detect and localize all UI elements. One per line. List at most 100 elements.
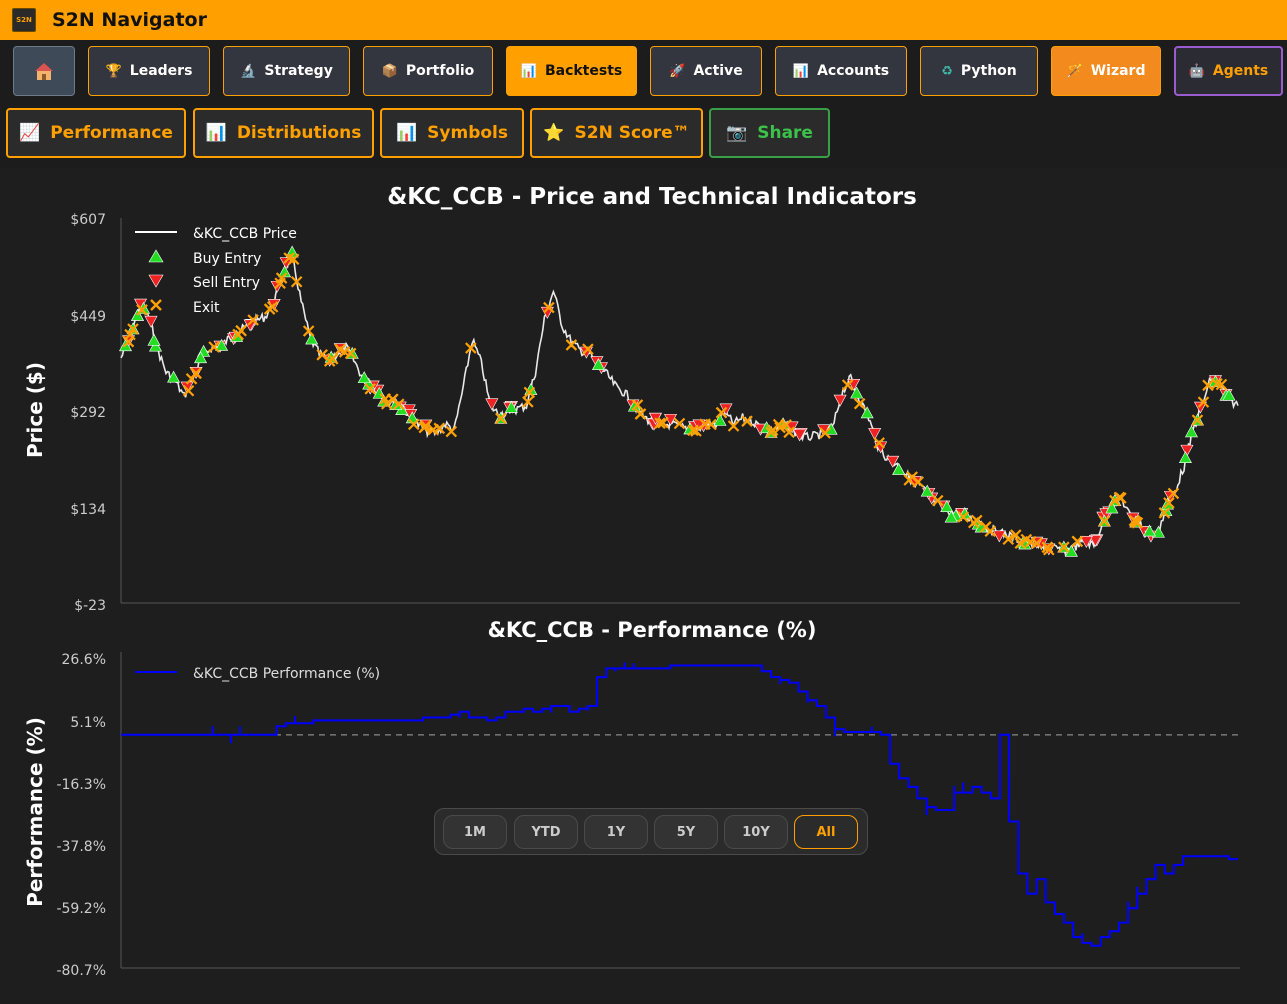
price-ytick-label: $449	[70, 309, 106, 325]
range-1m-button[interactable]: 1M	[443, 815, 507, 849]
trend-chart-icon: 📈	[19, 123, 41, 143]
exit-marker	[235, 324, 247, 337]
star-icon: ⭐	[543, 123, 565, 143]
sub-nav: 📈 Performance 📊 Distributions 📊 Symbols …	[0, 108, 1287, 158]
nav-strategy-label: Strategy	[264, 63, 333, 79]
range-10y-button[interactable]: 10Y	[724, 815, 788, 849]
perf-ytick-label: 5.1%	[70, 715, 106, 731]
nav-python-label: Python	[960, 63, 1017, 79]
legend-perf-label: &KC_CCB Performance (%)	[193, 666, 380, 682]
range-all-button[interactable]: All	[794, 815, 858, 849]
nav-active-button[interactable]: 🚀 Active	[650, 46, 762, 96]
range-1y-button[interactable]: 1Y	[584, 815, 648, 849]
range-5y-button[interactable]: 5Y	[654, 815, 718, 849]
buy-entry-marker	[1184, 425, 1198, 438]
house-icon	[35, 63, 53, 80]
legend-sell-swatch	[148, 274, 164, 288]
home-button[interactable]	[13, 46, 75, 96]
charts-svg: &KC_CCB - Price and Technical Indicators…	[23, 184, 1240, 979]
bar-chart-icon: 📊	[792, 63, 810, 79]
nav-accounts-label: Accounts	[817, 63, 890, 79]
app-title: S2N Navigator	[52, 9, 207, 31]
nav-agents-button[interactable]: 🤖 Agents	[1174, 46, 1283, 96]
package-icon: 📦	[381, 63, 398, 79]
tab-distributions[interactable]: 📊 Distributions	[193, 108, 374, 158]
perf-legend: &KC_CCB Performance (%)	[135, 666, 380, 682]
sell-entry-marker	[485, 398, 499, 411]
trophy-icon: 🏆	[105, 63, 122, 79]
price-ylabel: Price ($)	[23, 362, 47, 458]
perf-ytick-label: -37.8%	[56, 839, 106, 855]
buy-entry-marker	[860, 406, 874, 419]
tab-symbols-label: Symbols	[427, 123, 508, 143]
range-selector: 1M YTD 1Y 5Y 10Y All	[434, 808, 868, 855]
tab-distributions-label: Distributions	[236, 123, 362, 143]
tab-s2n-score-label: S2N Score™	[574, 123, 690, 143]
share-label: Share	[757, 123, 813, 143]
nav-backtests-button[interactable]: 📊 Backtests	[506, 46, 637, 96]
app-logo: S2N	[12, 8, 36, 32]
sell-entry-marker	[833, 394, 847, 407]
trade-signals	[118, 245, 1236, 557]
perf-ytick-label: -80.7%	[56, 963, 106, 979]
nav-leaders-label: Leaders	[129, 63, 193, 79]
legend-exit-label: Exit	[193, 300, 220, 316]
price-ytick-label: $-23	[74, 598, 106, 614]
legend-buy-label: Buy Entry	[193, 251, 261, 267]
tab-performance[interactable]: 📈 Performance	[6, 108, 186, 158]
legend-sell-label: Sell Entry	[193, 275, 260, 291]
legend-price-label: &KC_CCB Price	[193, 226, 297, 242]
price-series	[120, 250, 1239, 557]
performance-line	[121, 662, 1238, 947]
perf-ytick-label: -16.3%	[56, 777, 106, 793]
nav-strategy-button[interactable]: 🔬 Strategy	[223, 46, 350, 96]
nav-agents-label: Agents	[1212, 63, 1269, 79]
chart-area: &KC_CCB - Price and Technical Indicators…	[0, 168, 1287, 1000]
sell-entry-marker	[886, 455, 900, 468]
price-ytick-label: $134	[70, 502, 106, 518]
title-bar: S2N S2N Navigator	[0, 0, 1287, 40]
price-line	[120, 250, 1239, 557]
buy-entry-marker	[147, 333, 161, 346]
exit-marker	[727, 420, 740, 432]
nav-portfolio-label: Portfolio	[405, 63, 475, 79]
python-icon: ♻	[941, 63, 953, 79]
exit-marker	[445, 425, 458, 438]
sell-entry-marker	[144, 315, 158, 328]
legend-exit-swatch	[150, 299, 162, 311]
price-ytick-label: $292	[70, 405, 106, 421]
share-button[interactable]: 📷 Share	[709, 108, 830, 158]
camera-icon: 📷	[726, 123, 748, 143]
perf-ylabel: Performance (%)	[23, 717, 47, 907]
nav-leaders-button[interactable]: 🏆 Leaders	[88, 46, 210, 96]
tab-s2n-score[interactable]: ⭐ S2N Score™	[530, 108, 703, 158]
exit-marker	[634, 408, 647, 420]
nav-wizard-button[interactable]: 🪄 Wizard	[1051, 46, 1161, 96]
price-chart-title: &KC_CCB - Price and Technical Indicators	[387, 184, 917, 210]
performance-chart-title: &KC_CCB - Performance (%)	[488, 618, 817, 642]
price-ytick-label: $607	[70, 212, 106, 228]
bar-chart-icon: 📊	[395, 123, 418, 143]
perf-ytick-label: -59.2%	[56, 901, 106, 917]
range-ytd-button[interactable]: YTD	[514, 815, 578, 849]
robot-icon: 🤖	[1188, 63, 1205, 79]
exit-marker	[263, 303, 276, 315]
main-nav: 🏆 Leaders 🔬 Strategy 📦 Portfolio 📊 Backt…	[0, 46, 1287, 96]
rocket-icon: 🚀	[669, 63, 686, 79]
microscope-icon: 🔬	[240, 63, 257, 79]
nav-python-button[interactable]: ♻ Python	[920, 46, 1038, 96]
nav-backtests-label: Backtests	[544, 63, 623, 79]
bar-chart-icon: 📊	[205, 123, 227, 143]
tab-symbols[interactable]: 📊 Symbols	[380, 108, 524, 158]
nav-active-label: Active	[693, 63, 743, 79]
buy-entry-marker	[357, 371, 371, 384]
legend-buy-swatch	[148, 249, 164, 263]
nav-accounts-button[interactable]: 📊 Accounts	[775, 46, 907, 96]
perf-ytick-label: 26.6%	[62, 652, 106, 668]
nav-portfolio-button[interactable]: 📦 Portfolio	[363, 46, 493, 96]
buy-entry-marker	[1178, 451, 1192, 464]
nav-wizard-label: Wizard	[1090, 63, 1146, 79]
bar-chart-icon: 📊	[520, 63, 537, 79]
tab-performance-label: Performance	[50, 123, 173, 143]
performance-series	[121, 662, 1238, 947]
